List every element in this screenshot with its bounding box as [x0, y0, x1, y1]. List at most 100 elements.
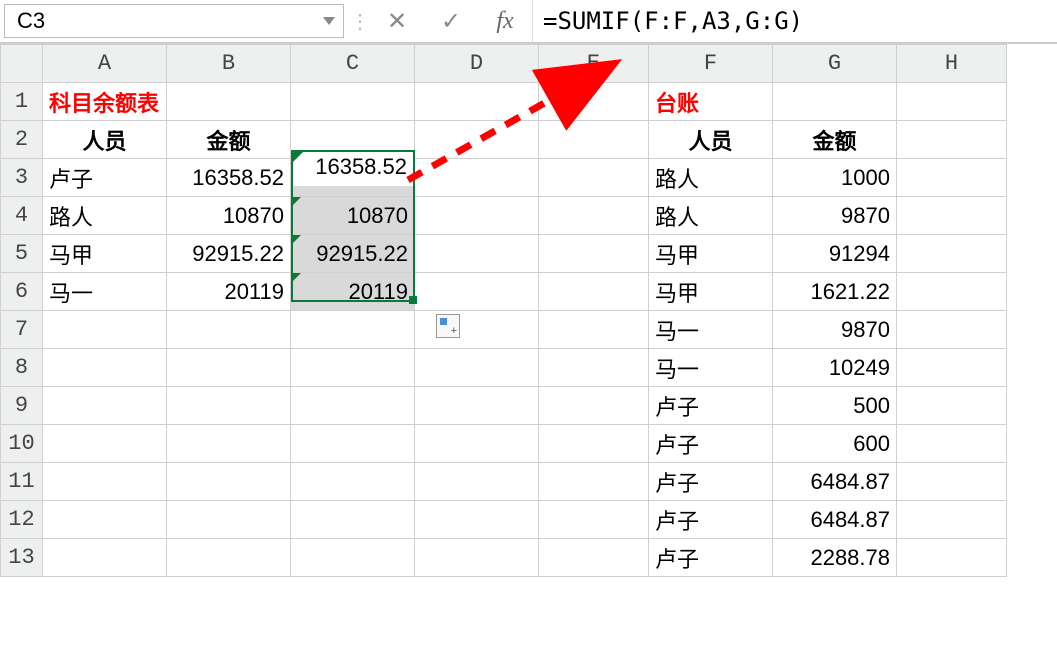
- cell[interactable]: [291, 463, 415, 501]
- cell-amount[interactable]: 16358.52: [167, 159, 291, 197]
- cancel-icon[interactable]: ✕: [370, 0, 424, 42]
- cell-amount[interactable]: 9870: [773, 197, 897, 235]
- cell[interactable]: [167, 539, 291, 577]
- cell[interactable]: [167, 83, 291, 121]
- cell[interactable]: [167, 349, 291, 387]
- col-header[interactable]: A: [43, 45, 167, 83]
- cell-person[interactable]: 路人: [649, 159, 773, 197]
- active-cell[interactable]: 16358.52: [291, 159, 415, 197]
- cell-person[interactable]: 路人: [43, 197, 167, 235]
- cell[interactable]: [415, 501, 539, 539]
- title-right[interactable]: 台账: [649, 83, 773, 121]
- row-header[interactable]: 4: [1, 197, 43, 235]
- cell-person[interactable]: 马一: [43, 273, 167, 311]
- cell[interactable]: [415, 159, 539, 197]
- cell-person[interactable]: 马甲: [649, 235, 773, 273]
- cell-person[interactable]: 马一: [649, 311, 773, 349]
- spreadsheet-grid[interactable]: A B C D E F G H 1 科目余额表 台账 2 人员 金额: [0, 44, 1057, 577]
- cell[interactable]: [43, 501, 167, 539]
- cell-amount[interactable]: 10249: [773, 349, 897, 387]
- cell-person[interactable]: 卢子: [649, 539, 773, 577]
- select-all-corner[interactable]: [1, 45, 43, 83]
- row-header[interactable]: 9: [1, 387, 43, 425]
- cell[interactable]: [43, 539, 167, 577]
- cell[interactable]: [415, 197, 539, 235]
- cell-amount[interactable]: 500: [773, 387, 897, 425]
- cell[interactable]: [539, 501, 649, 539]
- accept-icon[interactable]: ✓: [424, 0, 478, 42]
- cell[interactable]: [167, 425, 291, 463]
- row-header[interactable]: 12: [1, 501, 43, 539]
- cell[interactable]: [291, 83, 415, 121]
- cell[interactable]: [415, 349, 539, 387]
- cell[interactable]: [897, 311, 1007, 349]
- cell[interactable]: [539, 159, 649, 197]
- cell[interactable]: [291, 387, 415, 425]
- cell[interactable]: [539, 273, 649, 311]
- autofill-options-button[interactable]: [436, 314, 460, 338]
- cell-person[interactable]: 马甲: [43, 235, 167, 273]
- cell[interactable]: [897, 349, 1007, 387]
- cell[interactable]: [291, 311, 415, 349]
- cell[interactable]: [43, 387, 167, 425]
- cell[interactable]: [539, 235, 649, 273]
- col-header[interactable]: F: [649, 45, 773, 83]
- cell[interactable]: [43, 425, 167, 463]
- cell[interactable]: [897, 197, 1007, 235]
- cell-amount[interactable]: 92915.22: [167, 235, 291, 273]
- cell-calc[interactable]: 10870: [291, 197, 415, 235]
- cell-amount[interactable]: 600: [773, 425, 897, 463]
- title-left[interactable]: 科目余额表: [43, 83, 167, 121]
- cell-person[interactable]: 卢子: [649, 425, 773, 463]
- cell-calc[interactable]: 20119: [291, 273, 415, 311]
- cell[interactable]: [539, 83, 649, 121]
- cell-amount[interactable]: 2288.78: [773, 539, 897, 577]
- cell[interactable]: [897, 83, 1007, 121]
- cell[interactable]: [897, 121, 1007, 159]
- col-header[interactable]: E: [539, 45, 649, 83]
- cell[interactable]: [539, 387, 649, 425]
- cell[interactable]: [43, 311, 167, 349]
- cell-person[interactable]: 卢子: [649, 387, 773, 425]
- cell-amount[interactable]: 10870: [167, 197, 291, 235]
- cell-person[interactable]: 马甲: [649, 273, 773, 311]
- row-header[interactable]: 5: [1, 235, 43, 273]
- cell[interactable]: [773, 83, 897, 121]
- cell[interactable]: [539, 197, 649, 235]
- name-box[interactable]: C3: [4, 4, 344, 38]
- cell[interactable]: [415, 311, 539, 349]
- cell[interactable]: [539, 539, 649, 577]
- cell[interactable]: [43, 463, 167, 501]
- row-header[interactable]: 3: [1, 159, 43, 197]
- cell-person[interactable]: 路人: [649, 197, 773, 235]
- cell-amount[interactable]: 20119: [167, 273, 291, 311]
- formula-input[interactable]: =SUMIF(F:F,A3,G:G): [532, 0, 1057, 42]
- cell-person[interactable]: 卢子: [43, 159, 167, 197]
- row-header[interactable]: 6: [1, 273, 43, 311]
- cell[interactable]: [291, 501, 415, 539]
- row-header[interactable]: 10: [1, 425, 43, 463]
- cell[interactable]: [415, 387, 539, 425]
- cell-amount[interactable]: 91294: [773, 235, 897, 273]
- header-person[interactable]: 人员: [43, 121, 167, 159]
- cell[interactable]: [897, 463, 1007, 501]
- header-person[interactable]: 人员: [649, 121, 773, 159]
- fx-icon[interactable]: fx: [478, 0, 532, 42]
- cell-amount[interactable]: 9870: [773, 311, 897, 349]
- cell-amount[interactable]: 1000: [773, 159, 897, 197]
- cell[interactable]: [897, 159, 1007, 197]
- cell[interactable]: [897, 273, 1007, 311]
- cell[interactable]: [897, 501, 1007, 539]
- row-header[interactable]: 13: [1, 539, 43, 577]
- cell[interactable]: [539, 121, 649, 159]
- cell[interactable]: [415, 235, 539, 273]
- cell-person[interactable]: 卢子: [649, 501, 773, 539]
- header-amount[interactable]: 金额: [167, 121, 291, 159]
- cell[interactable]: [897, 425, 1007, 463]
- cell[interactable]: [291, 425, 415, 463]
- cell[interactable]: [415, 121, 539, 159]
- row-header[interactable]: 11: [1, 463, 43, 501]
- col-header[interactable]: B: [167, 45, 291, 83]
- cell[interactable]: [167, 387, 291, 425]
- cell[interactable]: [167, 463, 291, 501]
